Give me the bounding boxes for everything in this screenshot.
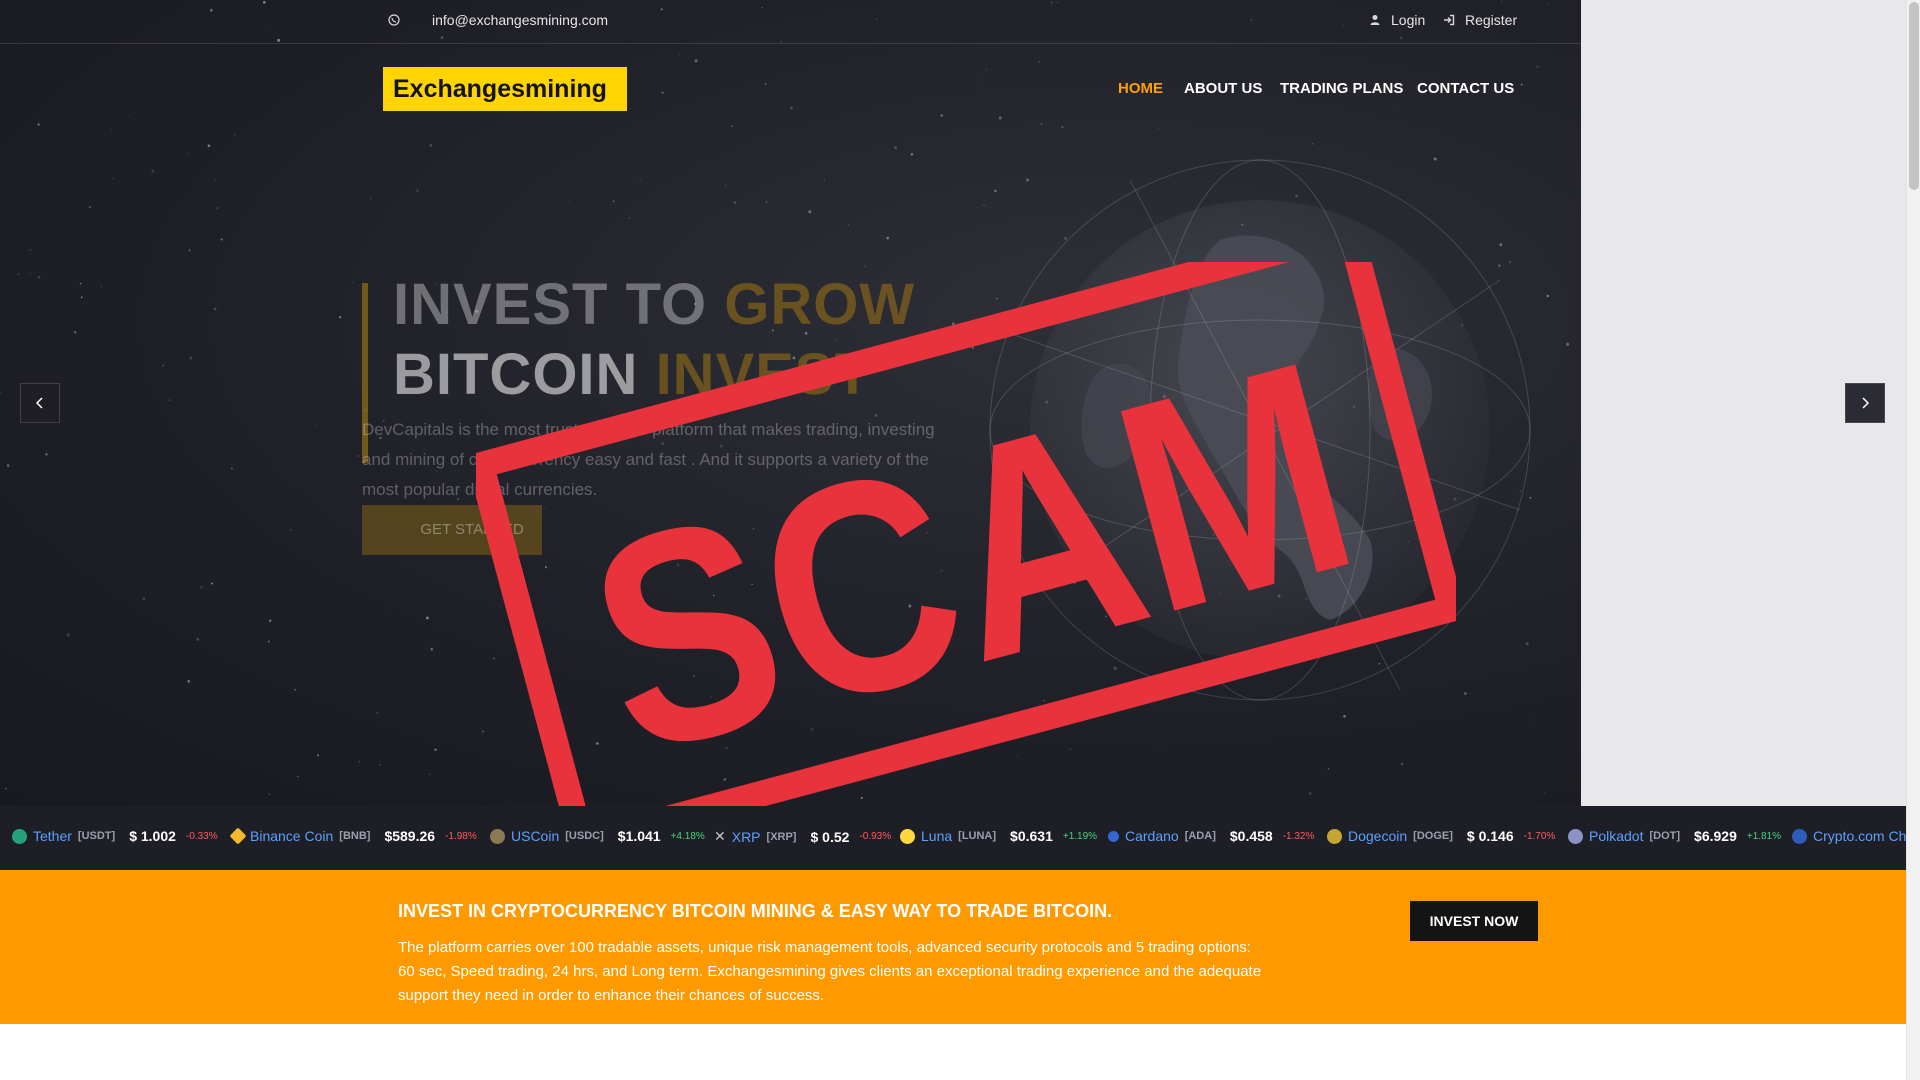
ticker-symbol: [DOGE] — [1413, 830, 1453, 842]
ticker-change: -0.33% — [185, 830, 218, 842]
ticker-price: $ 1.002 — [129, 828, 176, 844]
hero-headline-1: INVEST TO GROW — [393, 270, 915, 340]
xrp-icon: ✕ — [714, 828, 726, 844]
ticker-symbol: [LUNA] — [958, 830, 997, 842]
crypto-ticker: Tether [USDT] $ 1.002 -0.33% Binance Coi… — [0, 806, 1906, 870]
ticker-symbol: [ADA] — [1184, 830, 1216, 842]
tether-icon — [12, 828, 27, 844]
headline-1-accent: GROW — [724, 272, 916, 337]
ticker-symbol: [USDC] — [565, 830, 604, 842]
ticker-change: -0.93% — [859, 831, 892, 842]
ticker-name: Cardano — [1125, 828, 1179, 844]
hero-section: info@exchangesmining.com Login Register … — [0, 0, 1581, 806]
ticker-name: Luna — [921, 828, 953, 844]
ticker-item[interactable]: Dogecoin [DOGE] $ 0.146 -1.70% — [1327, 828, 1555, 844]
ticker-change: +1.81% — [1746, 830, 1782, 842]
dogecoin-icon — [1327, 828, 1342, 844]
whatsapp-icon — [388, 14, 400, 26]
nav-home[interactable]: HOME — [1118, 80, 1163, 97]
ticker-price: $ 0.146 — [1466, 828, 1514, 844]
invest-banner: INVEST IN CRYPTOCURRENCY BITCOIN MINING … — [0, 870, 1906, 1024]
ticker-name: USCoin — [511, 828, 560, 844]
ticker-name: Dogecoin — [1348, 828, 1408, 844]
ticker-symbol: [DOT] — [1649, 830, 1681, 842]
top-bar: info@exchangesmining.com Login Register — [0, 0, 1581, 44]
ticker-item[interactable]: Crypto.com Ch — [1792, 828, 1906, 844]
email-contact[interactable]: info@exchangesmining.com — [388, 12, 608, 28]
ticker-name: Tether — [33, 828, 72, 844]
hero-description: DevCapitals is the most trusted online p… — [362, 420, 935, 499]
ticker-price: $0.458 — [1229, 828, 1273, 844]
globe-graphic — [989, 159, 1531, 701]
ticker-name: Binance Coin — [250, 828, 334, 844]
scrollbar-thumb[interactable] — [1909, 2, 1919, 190]
binance-icon — [229, 827, 247, 845]
register-link[interactable]: Register — [1443, 12, 1517, 28]
page-scrollbar[interactable] — [1906, 0, 1920, 1080]
site-logo[interactable]: Exchangesmining — [383, 67, 627, 111]
invest-now-button[interactable]: INVEST NOW — [1410, 901, 1538, 941]
ticker-price: $1.041 — [617, 828, 661, 844]
email-text: info@exchangesmining.com — [432, 12, 609, 28]
ticker-price: $0.631 — [1010, 828, 1053, 844]
ticker-item[interactable]: Cardano [ADA] $0.458 -1.32% — [1108, 828, 1314, 844]
ticker-name: XRP — [731, 828, 761, 845]
ticker-name: Crypto.com Ch — [1813, 828, 1906, 844]
ticker-name: Polkadot — [1589, 828, 1644, 844]
nav-contact-us[interactable]: CONTACT US — [1417, 80, 1514, 97]
ticker-change: -1.70% — [1523, 830, 1556, 842]
headline-1-text: INVEST TO — [393, 272, 708, 337]
get-started-button[interactable]: GET STARTED — [362, 505, 542, 555]
ticker-change: +4.18% — [670, 830, 705, 842]
ticker-symbol: [XRP] — [766, 830, 797, 843]
ticker-price: $ 0.52 — [810, 828, 850, 845]
ticker-change: -1.98% — [445, 830, 477, 842]
nav-trading-plans[interactable]: TRADING PLANS — [1280, 80, 1403, 97]
slider-next-button-panel[interactable] — [1845, 383, 1885, 423]
ticker-item[interactable]: Luna [LUNA] $0.631 +1.19% — [900, 828, 1097, 844]
banner-title: INVEST IN CRYPTOCURRENCY BITCOIN MINING … — [398, 901, 1113, 921]
ticker-symbol: [USDT] — [77, 830, 116, 842]
headline-2-text: BITCOIN — [393, 342, 639, 407]
banner-text: The platform carries over 100 tradable a… — [398, 939, 1262, 1004]
ticker-price: $6.929 — [1694, 828, 1737, 844]
ticker-change: +1.19% — [1062, 830, 1098, 842]
hero-headline-2: BITCOIN INVEST — [393, 340, 871, 410]
ticker-price: $589.26 — [384, 828, 436, 844]
ticker-item[interactable]: Tether [USDT] $ 1.002 -0.33% — [12, 828, 218, 844]
cardano-icon — [1108, 830, 1119, 842]
register-label: Register — [1465, 12, 1518, 28]
user-icon — [1370, 15, 1380, 25]
login-link[interactable]: Login — [1369, 12, 1425, 28]
chevron-left-icon — [35, 397, 43, 409]
polkadot-icon — [1568, 828, 1583, 844]
ticker-item[interactable]: Polkadot [DOT] $6.929 +1.81% — [1568, 828, 1781, 844]
slider-side-panel — [1581, 0, 1906, 870]
ticker-change: -1.32% — [1282, 830, 1315, 842]
ticker-item[interactable]: Binance Coin [BNB] $589.26 -1.98% — [229, 827, 477, 845]
sign-in-icon — [1444, 14, 1455, 26]
chevron-right-icon — [1862, 397, 1870, 409]
nav-about-us[interactable]: ABOUT US — [1184, 80, 1262, 97]
usdc-icon — [490, 828, 505, 844]
ticker-item[interactable]: USCoin [USDC] $1.041 +4.18% — [490, 828, 705, 844]
ticker-item[interactable]: ✕ XRP [XRP] $ 0.52 -0.93% — [714, 828, 891, 845]
headline-2-accent: INVEST — [655, 342, 872, 407]
login-label: Login — [1391, 12, 1426, 28]
ticker-symbol: [BNB] — [339, 830, 371, 842]
cryptocom-icon — [1792, 828, 1807, 844]
luna-icon — [900, 828, 915, 844]
slider-prev-button[interactable] — [20, 383, 60, 423]
